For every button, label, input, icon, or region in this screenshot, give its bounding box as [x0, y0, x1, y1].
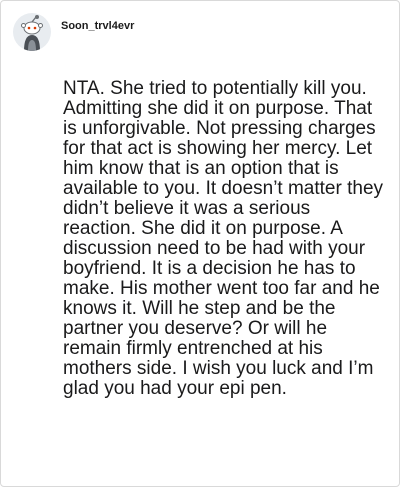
- comment-username[interactable]: Soon_trvl4evr: [61, 20, 134, 32]
- comment-text: NTA. She tried to potentially kill you. …: [63, 78, 384, 399]
- reddit-snoo-avatar-icon[interactable]: [13, 13, 51, 51]
- comment-header: Soon_trvl4evr: [13, 13, 134, 51]
- comment-card: Soon_trvl4evr NTA. She tried to potentia…: [0, 0, 400, 487]
